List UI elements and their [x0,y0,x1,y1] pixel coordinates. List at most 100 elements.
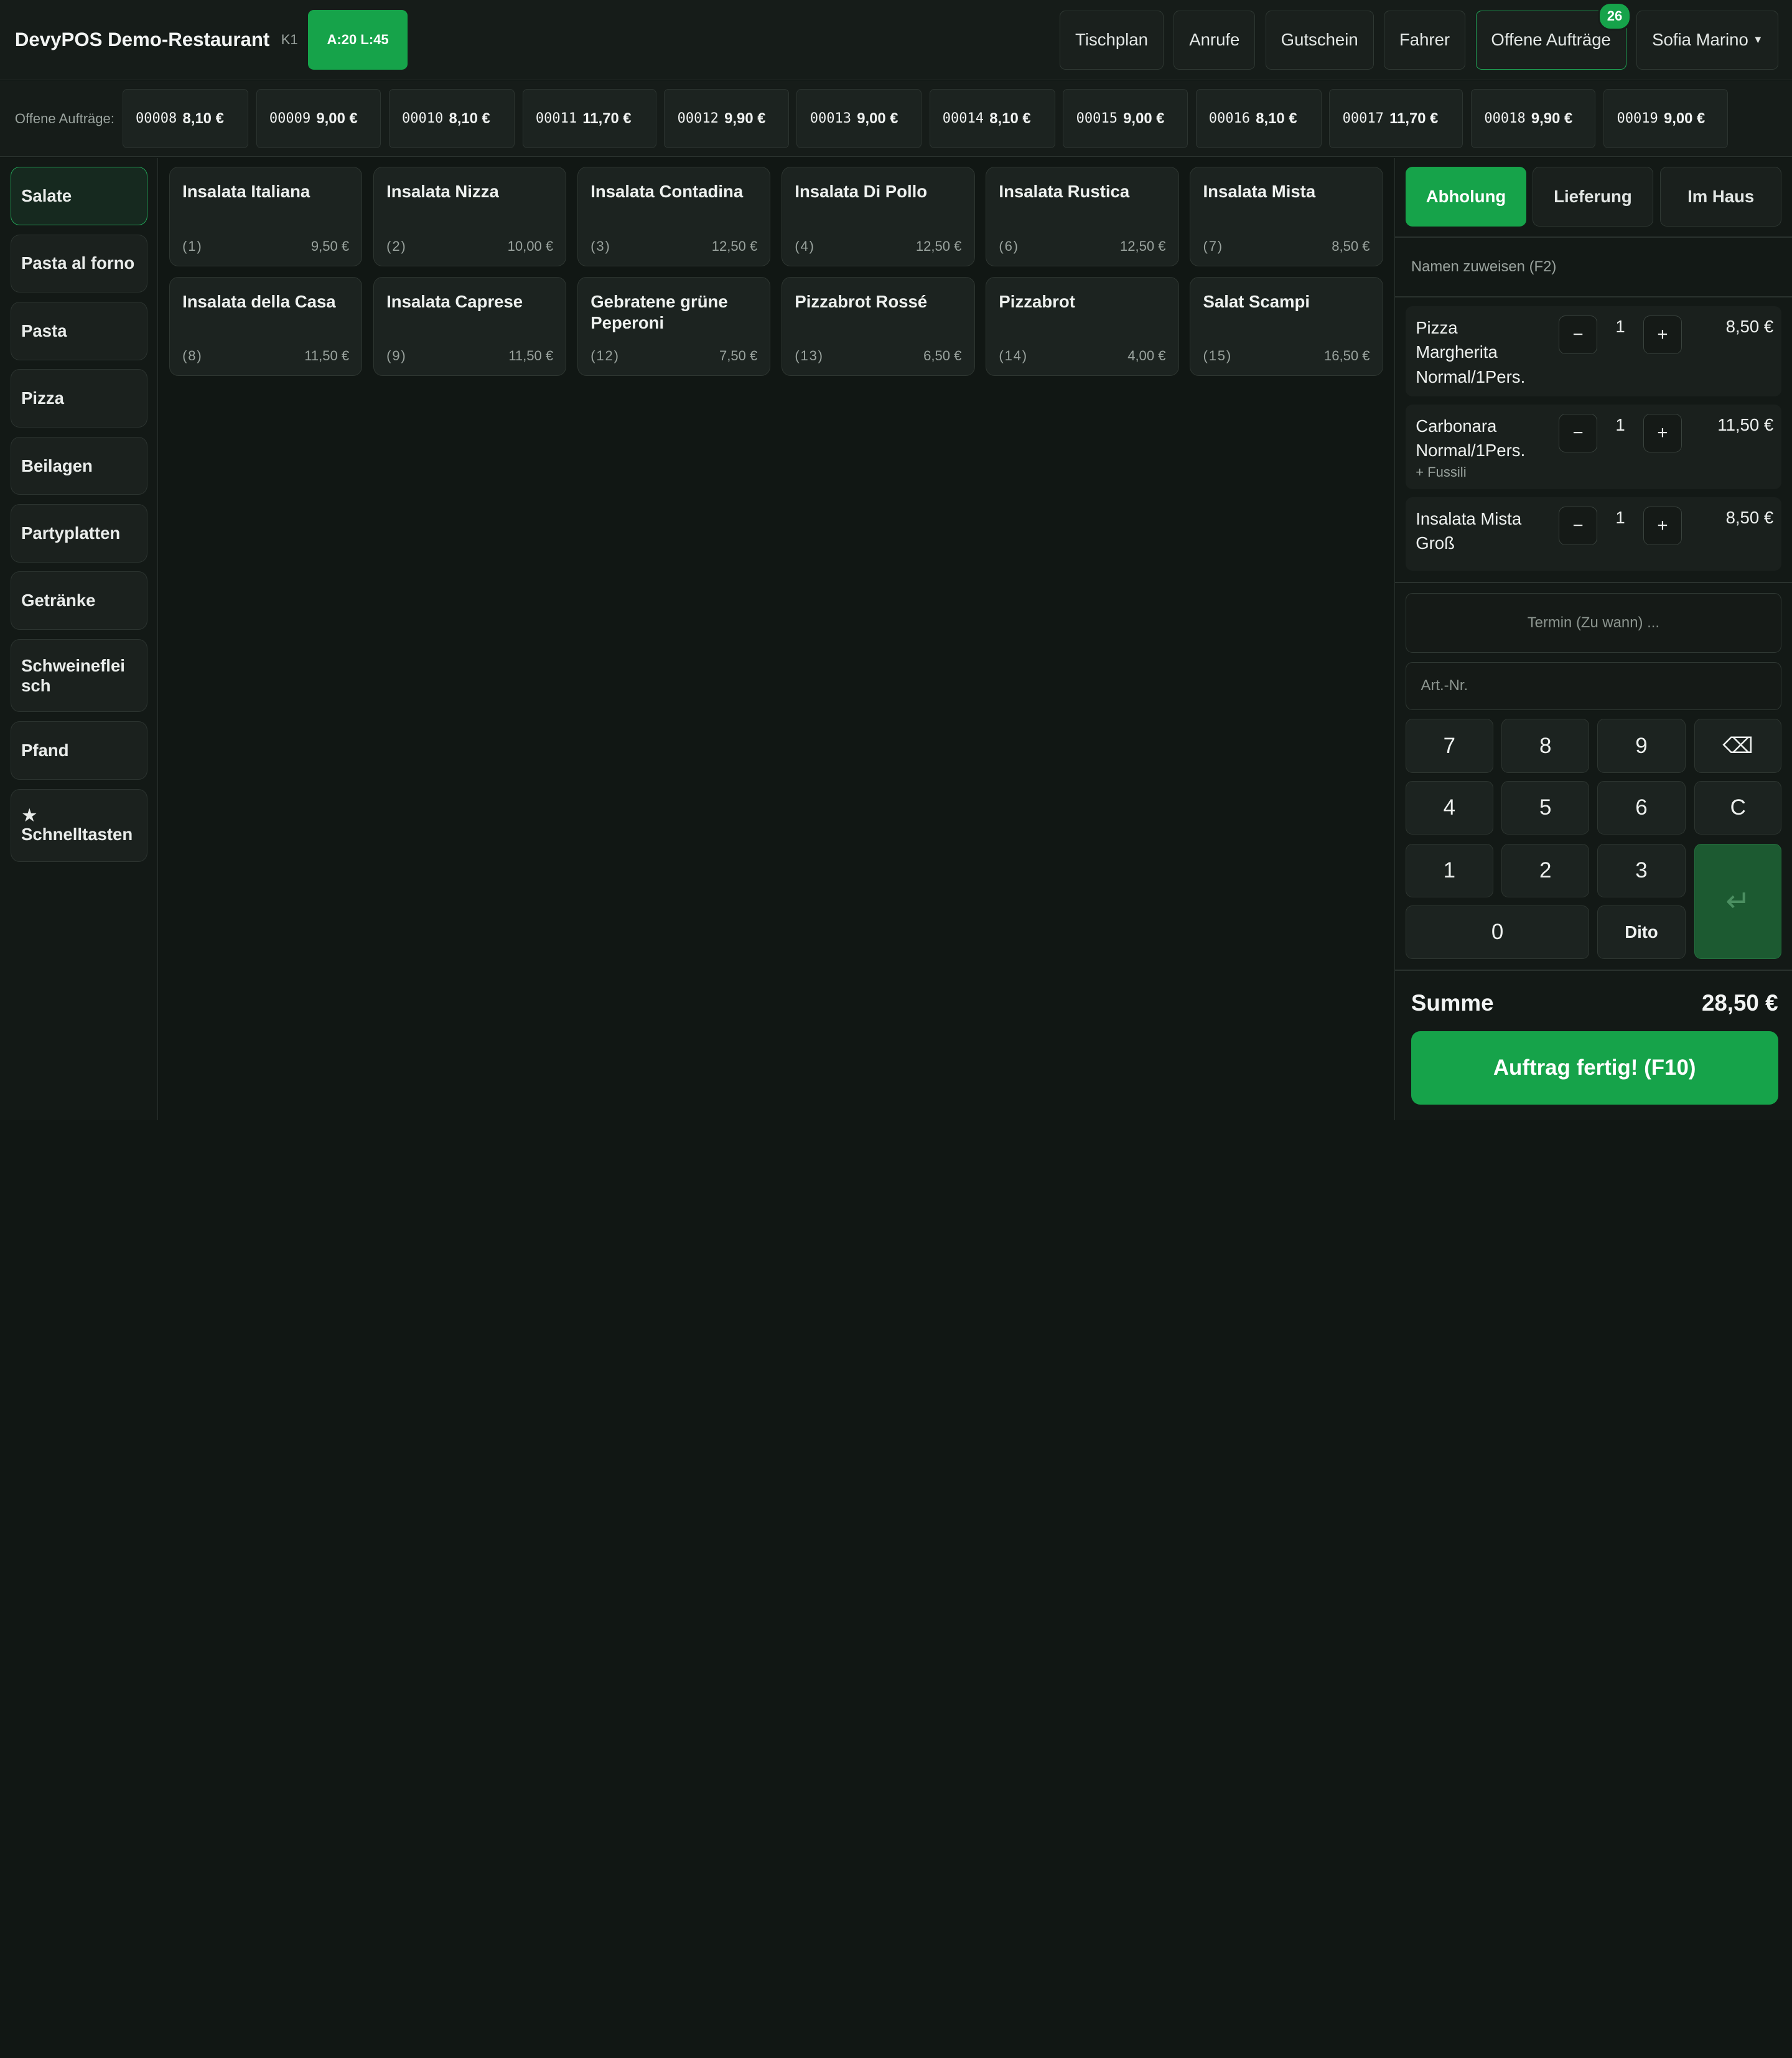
product-number: (14) [999,347,1028,363]
quantity-value: 1 [1615,316,1625,336]
category-partyplatten[interactable]: Partyplatten [10,504,147,563]
category-schweineflei-sch[interactable]: Schweineflei sch [10,638,147,713]
product-tile[interactable]: Insalata Mista (7) 8,50 € [1190,167,1383,266]
order-id: 00013 [810,111,852,127]
keypad-6[interactable]: 6 [1597,780,1686,835]
product-tile[interactable]: Insalata della Casa (8) 11,50 € [169,276,363,377]
gutschein-button[interactable]: Gutschein [1265,10,1374,70]
anrufe-button[interactable]: Anrufe [1174,10,1256,70]
product-price: 11,50 € [304,347,350,363]
article-number-placeholder: Art.-Nr. [1421,677,1468,695]
cart-item-price: 11,50 € [1717,414,1774,434]
product-tile[interactable]: Gebratene grüne Peperoni (12) 7,50 € [577,276,771,377]
open-order-chip[interactable]: 00013 9,00 € [796,88,922,149]
decrease-quantity-button[interactable]: − [1558,413,1598,453]
cart-item[interactable]: Carbonara Normal/1Pers. + Fussili −1 +11,50… [1405,405,1782,490]
open-order-chip[interactable]: 00017 11,70 € [1329,88,1463,149]
assign-name-button[interactable]: Namen zuweisen (F2) [1411,258,1557,276]
order-amount: 9,90 € [724,110,766,127]
product-tile[interactable]: Salat Scampi (15) 16,50 € [1190,276,1383,377]
product-tile[interactable]: Pizzabrot (14) 4,00 € [986,276,1179,377]
order-id: 00011 [535,111,577,127]
category-getränke[interactable]: Getränke [10,571,147,630]
category-pasta-al-forno[interactable]: Pasta al forno [10,234,147,293]
submit-order-button[interactable]: Auftrag fertig! (F10) [1411,1031,1778,1105]
product-tile[interactable]: Insalata Italiana (1) 9,50 € [169,167,363,266]
order-type-lieferung[interactable]: Lieferung [1532,167,1654,227]
tischplan-button[interactable]: Tischplan [1060,10,1164,70]
category-schnelltasten[interactable]: ★ Schnelltasten [10,788,147,863]
restaurant-title: DevyPOS Demo-Restaurant [14,28,270,50]
article-number-input[interactable]: Art.-Nr. [1405,662,1782,710]
clear-button[interactable]: C [1694,780,1782,835]
termin-field[interactable]: Termin (Zu wann) ... [1405,593,1782,653]
product-name: Pizzabrot [999,291,1075,311]
total-value: 28,50 € [1701,989,1778,1016]
keypad-3[interactable]: 3 [1597,843,1686,898]
decrease-quantity-button[interactable]: − [1558,506,1598,546]
product-price: 7,50 € [719,347,758,363]
product-number: (6) [999,238,1019,254]
product-name: Insalata Italiana [182,182,310,202]
open-order-chip[interactable]: 00016 8,10 € [1195,88,1322,149]
open-orders-button[interactable]: Offene Aufträge 26 [1475,1,1631,70]
product-price: 12,50 € [1119,238,1166,254]
product-tile[interactable]: Insalata Di Pollo (4) 12,50 € [782,167,975,266]
order-amount: 8,10 € [989,110,1031,127]
keypad-2[interactable]: 2 [1501,843,1590,898]
divider [1395,296,1792,297]
category-beilagen[interactable]: Beilagen [10,436,147,495]
counts-badge[interactable]: A:20 L:45 [308,10,408,70]
category-pizza[interactable]: Pizza [10,369,147,428]
category-pfand[interactable]: Pfand [10,721,147,780]
category-pasta[interactable]: Pasta [10,301,147,360]
keypad-0[interactable]: 0 [1405,905,1590,960]
order-type-abholung[interactable]: Abholung [1405,167,1527,227]
product-tile[interactable]: Insalata Caprese (9) 11,50 € [373,276,567,377]
open-order-chip[interactable]: 00014 8,10 € [929,88,1055,149]
keypad-1[interactable]: 1 [1405,843,1494,898]
user-menu-button[interactable]: Sofia Marino ▼ [1636,10,1779,70]
open-order-chip[interactable]: 00012 9,90 € [664,88,789,149]
order-id: 00018 [1484,111,1526,127]
open-order-chip[interactable]: 00011 11,70 € [522,88,656,149]
divider [1395,582,1792,583]
product-tile[interactable]: Insalata Rustica (6) 12,50 € [986,167,1179,266]
keypad-9[interactable]: 9 [1597,719,1686,773]
decrease-quantity-button[interactable]: − [1558,315,1598,355]
open-order-chip[interactable]: 00015 9,00 € [1063,88,1188,149]
dito-button[interactable]: Dito [1597,905,1686,960]
product-number: (4) [795,238,815,254]
category-label: Schweineflei sch [21,655,125,695]
open-order-chip[interactable]: 00009 9,00 € [256,88,381,149]
order-id: 00010 [401,111,444,127]
cart-item[interactable]: Insalata Mista Groß −1 +8,50 € [1405,497,1782,571]
product-tile[interactable]: Insalata Nizza (2) 10,00 € [373,167,567,266]
open-orders-count-badge: 26 [1598,1,1631,31]
open-order-chip[interactable]: 00010 8,10 € [388,88,515,149]
keypad-5[interactable]: 5 [1501,780,1590,835]
fahrer-button[interactable]: Fahrer [1384,10,1465,70]
backspace-button[interactable]: ⌫ [1694,719,1782,773]
keypad-7[interactable]: 7 [1405,719,1494,773]
quantity-value: 1 [1615,414,1625,434]
product-number: (15) [1203,347,1233,363]
star-icon: ★ [21,805,38,826]
increase-quantity-button[interactable]: + [1643,413,1682,453]
open-order-chip[interactable]: 00018 9,90 € [1471,88,1596,149]
increase-quantity-button[interactable]: + [1643,315,1682,355]
keypad-8[interactable]: 8 [1501,719,1590,773]
category-label: Salate [21,186,72,206]
increase-quantity-button[interactable]: + [1643,506,1682,546]
order-type-im-haus[interactable]: Im Haus [1660,167,1782,227]
order-amount: 9,00 € [857,110,898,127]
product-tile[interactable]: Pizzabrot Rossé (13) 6,50 € [782,276,975,377]
open-order-chip[interactable]: 00019 9,00 € [1603,88,1729,149]
enter-button[interactable]: ↵ [1694,843,1782,960]
open-order-chip[interactable]: 00008 8,10 € [122,88,248,149]
category-salate[interactable]: Salate [10,167,147,225]
product-tile[interactable]: Insalata Contadina (3) 12,50 € [577,167,771,266]
cart-item[interactable]: Pizza Margherita Normal/1Pers. −1 +8,50 € [1405,306,1782,397]
keypad-4[interactable]: 4 [1405,780,1494,835]
cart-item-modifier: + Fussili [1416,464,1467,480]
